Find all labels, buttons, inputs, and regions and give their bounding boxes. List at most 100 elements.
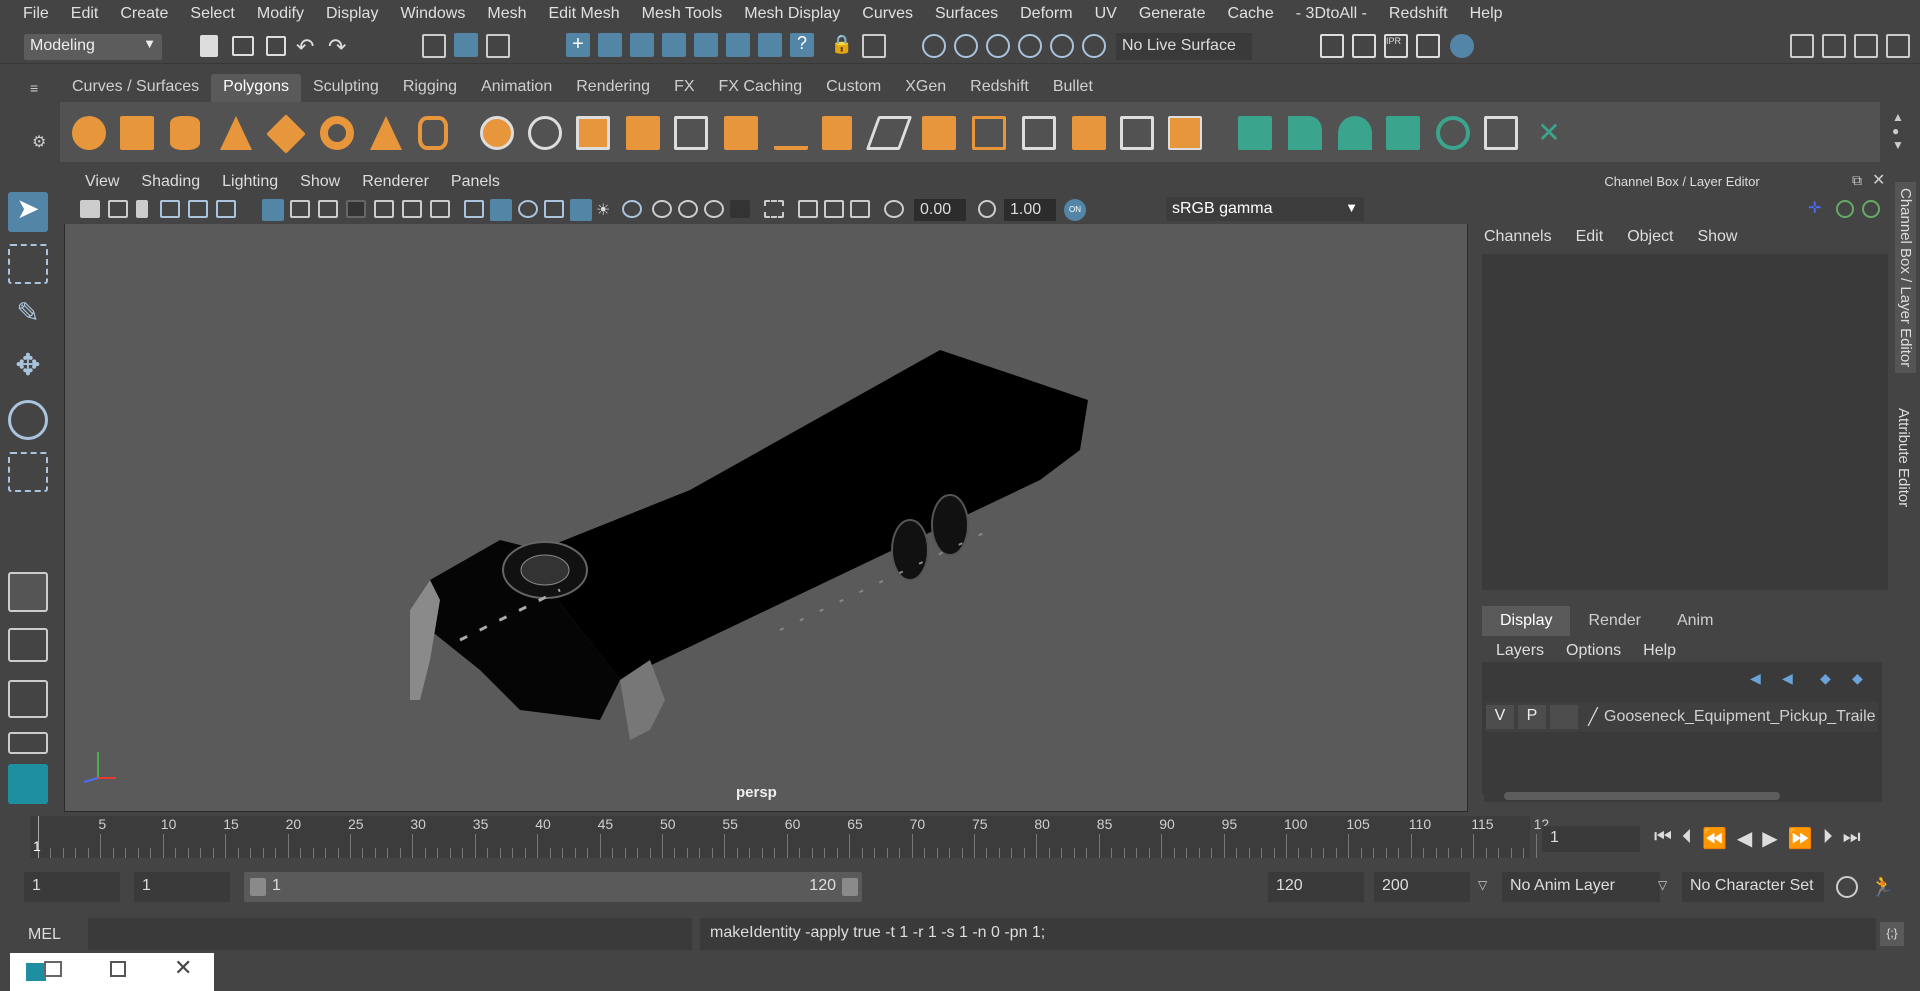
safe-title-icon[interactable]: [430, 200, 450, 218]
target-weld-icon[interactable]: [1072, 116, 1106, 150]
smooth-icon[interactable]: [626, 116, 660, 150]
shelf-tab-rendering[interactable]: Rendering: [564, 74, 662, 102]
menu-edit-mesh[interactable]: Edit Mesh: [537, 5, 630, 23]
menu-deform[interactable]: Deform: [1009, 5, 1083, 23]
2d-pan-zoom-icon[interactable]: [188, 200, 208, 218]
gamma-icon[interactable]: [978, 200, 996, 218]
layer-tab-render[interactable]: Render: [1570, 606, 1658, 636]
gamma-field[interactable]: 1.00: [1004, 199, 1056, 221]
world-axis-icon[interactable]: ✛: [1808, 198, 1832, 222]
shelf-tab-fx-caching[interactable]: FX Caching: [707, 74, 815, 102]
animation-end-field[interactable]: 200: [1374, 872, 1470, 902]
undo-icon[interactable]: ↶: [296, 34, 320, 59]
new-scene-icon[interactable]: [200, 35, 218, 57]
layer-color-icon[interactable]: ╱: [1582, 707, 1604, 727]
combine-icon[interactable]: [480, 116, 514, 150]
trailer-model[interactable]: [390, 340, 1110, 750]
merge-vertices-icon[interactable]: [1120, 116, 1154, 150]
new-layer-selected-icon[interactable]: ◆: [1852, 670, 1863, 687]
channel-box-toggle-icon[interactable]: [1886, 34, 1910, 58]
shelf-tab-bullet[interactable]: Bullet: [1041, 74, 1105, 102]
xray-joints-icon[interactable]: [824, 200, 844, 218]
safe-action-icon[interactable]: [402, 200, 422, 218]
menu-cache[interactable]: Cache: [1217, 5, 1285, 23]
menu-windows[interactable]: Windows: [389, 5, 476, 23]
render-settings-icon[interactable]: [1416, 34, 1440, 58]
paint-select-icon[interactable]: [954, 34, 978, 58]
uv-editor-icon[interactable]: [1484, 116, 1518, 150]
mode-selector[interactable]: Modeling ▼: [24, 34, 162, 60]
viewport-menu-shading[interactable]: Shading: [130, 173, 211, 191]
poly-plane-icon[interactable]: [266, 114, 306, 154]
single-perspective-layout-icon[interactable]: [8, 572, 48, 612]
bridge-icon[interactable]: [865, 116, 913, 150]
smooth-shade-icon[interactable]: [490, 199, 512, 221]
anim-layer-select[interactable]: No Anim Layer: [1502, 872, 1660, 902]
shelf-tab-custom[interactable]: Custom: [814, 74, 893, 102]
layer-menu-layers[interactable]: Layers: [1496, 642, 1544, 660]
image-plane-icon[interactable]: [160, 200, 180, 218]
shelf-scroll-arrows-icon[interactable]: ▲ ● ▼: [1892, 110, 1904, 152]
layer-menu-help[interactable]: Help: [1643, 642, 1676, 660]
channel-box-menu-show[interactable]: Show: [1697, 228, 1737, 246]
shelf-tab-curves-surfaces[interactable]: Curves / Surfaces: [60, 74, 211, 102]
viewport-menu-renderer[interactable]: Renderer: [351, 173, 440, 191]
menu-curves[interactable]: Curves: [851, 5, 924, 23]
depth-of-field-icon[interactable]: [730, 200, 750, 218]
soft-select-icon[interactable]: [1050, 34, 1074, 58]
snap-curve-icon[interactable]: [598, 33, 622, 57]
redo-icon[interactable]: ↷: [328, 34, 352, 59]
snap-grid-icon[interactable]: +: [566, 33, 590, 57]
exposure-field[interactable]: 0.00: [914, 199, 966, 221]
mel-label[interactable]: MEL: [28, 926, 61, 944]
grease-pencil-icon[interactable]: [216, 200, 236, 218]
local-axis-icon[interactable]: [1836, 200, 1854, 218]
menu-surfaces[interactable]: Surfaces: [924, 5, 1009, 23]
multi-cut-icon[interactable]: [774, 116, 808, 150]
uv-planar-icon[interactable]: [1238, 116, 1272, 150]
character-set-select[interactable]: No Character Set: [1682, 872, 1824, 902]
uv-cylindrical-icon[interactable]: [1288, 116, 1322, 150]
camera-attributes-icon[interactable]: [108, 200, 128, 218]
play-backwards-icon[interactable]: ◀: [1737, 826, 1752, 851]
symmetry-icon[interactable]: [862, 34, 886, 58]
poly-cone-icon[interactable]: [220, 116, 252, 150]
poly-pipe-icon[interactable]: [418, 116, 448, 150]
help-icon[interactable]: ?: [790, 33, 814, 57]
layer-tab-display[interactable]: Display: [1482, 606, 1571, 636]
motion-blur-icon[interactable]: [678, 200, 698, 218]
rotate-tool-icon[interactable]: [8, 400, 48, 440]
poly-pyramid-icon[interactable]: [370, 116, 402, 150]
viewport-menu-view[interactable]: View: [74, 173, 130, 191]
menu-mesh[interactable]: Mesh: [476, 5, 537, 23]
modeling-toolkit-icon[interactable]: [1790, 34, 1814, 58]
bookmark-icon[interactable]: [136, 200, 148, 218]
menu-help[interactable]: Help: [1459, 5, 1514, 23]
tool-settings-toggle-icon[interactable]: [1854, 34, 1878, 58]
animation-start-field[interactable]: 1: [24, 872, 120, 902]
save-scene-icon[interactable]: [266, 36, 286, 56]
poly-cylinder-icon[interactable]: [170, 116, 200, 150]
color-management-toggle-icon[interactable]: ON: [1064, 199, 1086, 221]
textured-icon[interactable]: [570, 199, 592, 221]
layer-scrollbar[interactable]: [1484, 790, 1882, 802]
side-tab-channel-box[interactable]: Channel Box / Layer Editor: [1895, 182, 1916, 374]
menu-generate[interactable]: Generate: [1128, 5, 1217, 23]
paint-select-tool-icon[interactable]: ✎: [8, 296, 48, 336]
live-surface-field[interactable]: No Live Surface: [1116, 33, 1252, 60]
field-chart-icon[interactable]: [374, 200, 394, 218]
default-material-icon[interactable]: [518, 200, 538, 218]
exposure-icon[interactable]: [884, 200, 904, 218]
float-panel-icon[interactable]: ⧉: [1852, 172, 1862, 189]
viewport-menu-show[interactable]: Show: [289, 173, 351, 191]
uv-cut-sew-icon[interactable]: ✕: [1532, 116, 1566, 150]
film-gate-icon[interactable]: [290, 200, 310, 218]
range-end-handle[interactable]: [842, 878, 858, 896]
layer-menu-options[interactable]: Options: [1566, 642, 1621, 660]
anti-aliasing-icon[interactable]: [704, 200, 724, 218]
layer-display-type-toggle[interactable]: [1550, 705, 1578, 729]
layer-visibility-toggle[interactable]: V: [1486, 705, 1514, 729]
animation-preferences-icon[interactable]: 🏃: [1870, 874, 1895, 899]
render-region-icon[interactable]: [758, 33, 782, 57]
uv-automatic-icon[interactable]: [1386, 116, 1420, 150]
